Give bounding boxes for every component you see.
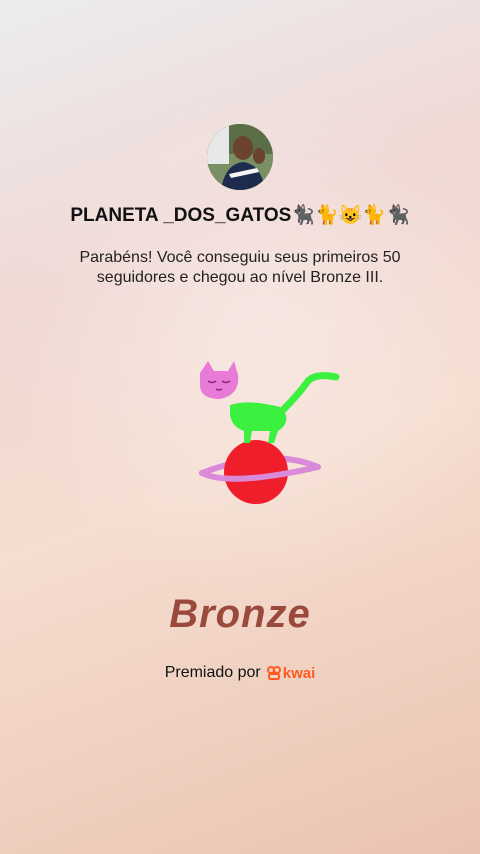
- kwai-logo: kwai: [266, 664, 316, 682]
- congratulations-message: Parabéns! Você conseguiu seus primeiros …: [79, 249, 401, 286]
- awarded-by-label: Premiado por: [164, 664, 261, 681]
- profile-avatar[interactable]: [207, 124, 273, 190]
- level-badge-title: Bronze: [169, 592, 311, 636]
- kwai-icon: [266, 666, 281, 680]
- cat-planet-illustration: [190, 355, 350, 515]
- kwai-brand-text: kwai: [282, 664, 316, 682]
- profile-name: PLANETA _DOS_GATOS🐈‍⬛🐈😺🐈🐈‍⬛: [70, 205, 410, 226]
- awarded-by: Premiado por kwai: [0, 664, 480, 682]
